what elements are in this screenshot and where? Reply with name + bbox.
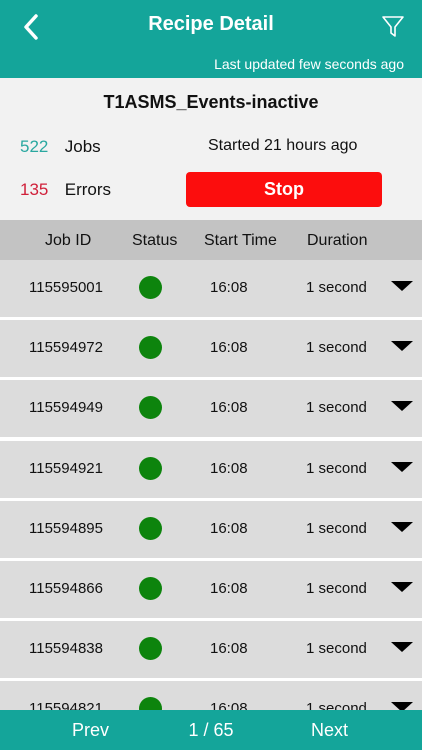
duration-cell: 1 second bbox=[306, 579, 367, 597]
table-row[interactable]: 115594895 16:08 1 second bbox=[0, 500, 422, 558]
duration-cell: 1 second bbox=[306, 399, 367, 417]
job-id-cell: 115594921 bbox=[29, 459, 103, 477]
duration-cell: 1 second bbox=[306, 459, 367, 477]
started-text: Started 21 hours ago bbox=[208, 137, 358, 154]
jobs-list[interactable]: 115595001 16:08 1 second 115594972 16:08… bbox=[0, 260, 422, 710]
recipe-summary: T1ASMS_Events-inactive 522 Jobs Started … bbox=[0, 78, 422, 220]
start-time-cell: 16:08 bbox=[210, 579, 248, 597]
expand-chevron-icon[interactable] bbox=[391, 702, 413, 710]
job-id-cell: 115594972 bbox=[29, 339, 103, 357]
job-id-cell: 115594949 bbox=[29, 399, 103, 417]
table-row[interactable]: 115594838 16:08 1 second bbox=[0, 621, 422, 679]
column-job-id: Job ID bbox=[45, 232, 92, 249]
table-row[interactable]: 115594866 16:08 1 second bbox=[0, 560, 422, 618]
next-page-button[interactable]: Next bbox=[311, 720, 348, 741]
column-duration: Duration bbox=[307, 232, 368, 249]
job-id-cell: 115594866 bbox=[29, 579, 103, 597]
stop-button[interactable]: Stop bbox=[186, 172, 382, 207]
page-title: Recipe Detail bbox=[148, 13, 274, 35]
job-id-cell: 115594895 bbox=[29, 519, 103, 537]
expand-chevron-icon[interactable] bbox=[391, 281, 413, 291]
jobs-stat: 522 Jobs bbox=[20, 137, 101, 157]
jobs-count: 522 bbox=[20, 137, 49, 156]
pagination-bar: Prev 1 / 65 Next bbox=[0, 710, 422, 750]
errors-stat: 135 Errors bbox=[20, 180, 111, 200]
expand-chevron-icon[interactable] bbox=[391, 581, 413, 592]
table-header: Job ID Status Start Time Duration bbox=[0, 220, 422, 260]
duration-cell: 1 second bbox=[306, 339, 367, 357]
start-time-cell: 16:08 bbox=[210, 519, 248, 537]
status-success-icon bbox=[139, 516, 162, 540]
expand-chevron-icon[interactable] bbox=[391, 521, 413, 532]
column-start-time: Start Time bbox=[204, 232, 277, 249]
job-id-cell: 115595001 bbox=[29, 279, 103, 296]
table-row[interactable]: 115594921 16:08 1 second bbox=[0, 440, 422, 498]
start-time-cell: 16:08 bbox=[210, 640, 248, 658]
duration-cell: 1 second bbox=[306, 700, 367, 710]
table-row[interactable]: 115594972 16:08 1 second bbox=[0, 320, 422, 378]
status-success-icon bbox=[139, 336, 162, 360]
status-success-icon bbox=[139, 576, 162, 600]
recipe-name: T1ASMS_Events-inactive bbox=[103, 92, 319, 112]
expand-chevron-icon[interactable] bbox=[391, 401, 413, 412]
filter-button[interactable] bbox=[378, 10, 408, 42]
errors-count: 135 bbox=[20, 180, 49, 199]
table-row[interactable]: 115595001 16:08 1 second bbox=[0, 260, 422, 317]
table-row[interactable]: 115594949 16:08 1 second bbox=[0, 380, 422, 438]
job-id-cell: 115594838 bbox=[29, 640, 103, 658]
duration-cell: 1 second bbox=[306, 640, 367, 658]
start-time-cell: 16:08 bbox=[210, 279, 248, 296]
start-time-cell: 16:08 bbox=[210, 399, 248, 417]
status-success-icon bbox=[139, 276, 162, 299]
app-header: Recipe Detail Last updated few seconds a… bbox=[0, 0, 422, 78]
filter-icon bbox=[382, 16, 404, 37]
expand-chevron-icon[interactable] bbox=[391, 642, 413, 653]
table-row[interactable]: 115594821 16:08 1 second bbox=[0, 681, 422, 710]
page-indicator: 1 / 65 bbox=[188, 720, 234, 740]
status-success-icon bbox=[139, 456, 162, 480]
job-id-cell: 115594821 bbox=[29, 700, 103, 710]
start-time-cell: 16:08 bbox=[210, 339, 248, 357]
start-time-cell: 16:08 bbox=[210, 700, 248, 710]
errors-label: Errors bbox=[64, 180, 112, 199]
duration-cell: 1 second bbox=[306, 279, 367, 296]
jobs-label: Jobs bbox=[64, 137, 101, 156]
expand-chevron-icon[interactable] bbox=[391, 461, 413, 472]
column-status: Status bbox=[132, 232, 178, 249]
expand-chevron-icon[interactable] bbox=[391, 341, 413, 352]
status-success-icon bbox=[139, 637, 162, 661]
last-updated-text: Last updated few seconds ago bbox=[214, 56, 404, 72]
status-success-icon bbox=[139, 396, 162, 420]
status-success-icon bbox=[139, 697, 162, 710]
duration-cell: 1 second bbox=[306, 519, 367, 537]
start-time-cell: 16:08 bbox=[210, 459, 248, 477]
